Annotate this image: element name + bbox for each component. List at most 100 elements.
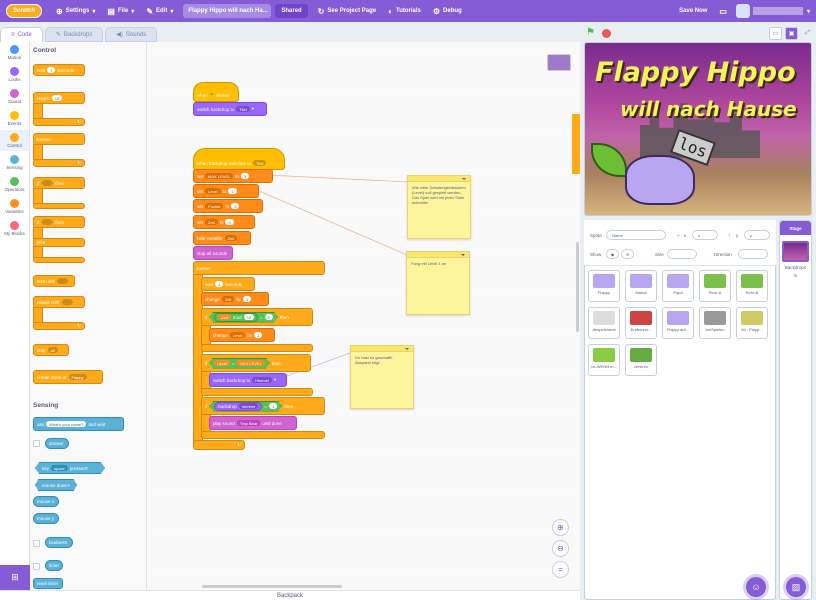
if-level-block[interactable]: if Level = MAX LEVEL then — [201, 354, 311, 372]
sprite-tile[interactable]: btnSpielen — [699, 307, 731, 339]
change-level-block[interactable]: change Level by 1 — [209, 328, 275, 342]
sprite-tile[interactable]: Abspeicherst — [588, 307, 620, 339]
answer-checkbox[interactable] — [33, 440, 40, 447]
sound-dropdown[interactable]: Trap Beat — [236, 420, 261, 426]
category-sensing[interactable]: Sensing — [0, 152, 29, 173]
change-zeit-block[interactable]: change Zeit by 1 — [201, 292, 269, 306]
zoom-in-button[interactable]: ⊕ — [552, 519, 569, 536]
set-zeit-block[interactable]: set Zeit to 0 — [193, 215, 255, 229]
palette-answer-block[interactable]: answer — [45, 438, 69, 449]
scratch-logo[interactable]: Scratch — [6, 4, 42, 18]
small-stage-button[interactable]: ▭ — [769, 26, 782, 40]
block-input[interactable]: 0 — [231, 203, 240, 209]
large-stage-button[interactable]: ▣ — [785, 26, 798, 40]
boolean-slot[interactable] — [56, 278, 69, 284]
backdrop-dropdown[interactable]: Himmel — [252, 377, 272, 383]
variable-dropdown[interactable]: Zeit — [221, 296, 235, 302]
palette-timer-block[interactable]: timer — [45, 560, 63, 571]
stop-all-sounds-block[interactable]: stop all sounds — [193, 246, 233, 260]
sprite-tile[interactable]: Flappy auf... — [662, 307, 694, 339]
block-input[interactable]: 3 — [241, 173, 250, 179]
switch-backdrop-himmel-block[interactable]: switch backdrop to Himmel ▾ — [209, 373, 287, 387]
palette-wait-until-block[interactable]: wait until — [33, 275, 75, 287]
sprite-tile[interactable]: txt-WENN m... — [588, 344, 620, 376]
note-text[interactable]: Fang mit Level 1 an — [407, 258, 469, 269]
file-menu[interactable]: ▤ File ▾ — [101, 0, 140, 22]
palette-reset-timer-block[interactable]: reset timer — [33, 578, 63, 589]
category-variables[interactable]: Variables — [0, 196, 29, 217]
category-sound[interactable]: Sound — [0, 86, 29, 107]
block-input[interactable]: 0 — [225, 219, 234, 225]
palette-stop-block[interactable]: stop all — [33, 344, 69, 356]
shared-button[interactable]: Shared — [275, 4, 308, 18]
when-backdrop-switches-block[interactable]: when backdrop switches to Titel — [193, 148, 285, 170]
y-input[interactable]: y — [744, 230, 770, 240]
set-level-block[interactable]: set Level to 1 — [193, 184, 259, 198]
debug-button[interactable]: ⚙ Debug — [427, 0, 468, 22]
comment-note[interactable]: Fang mit Level 1 an — [406, 251, 470, 315]
edit-menu[interactable]: ✎ Edit ▾ — [140, 0, 179, 22]
show-visible-button[interactable]: ◉ — [606, 249, 619, 259]
equals-operator[interactable]: backdrop number = 1 — [209, 400, 283, 412]
stage-thumbnail[interactable] — [782, 241, 809, 262]
backdrop-number-reporter[interactable]: backdrop number — [214, 401, 263, 411]
direction-input[interactable] — [738, 249, 768, 259]
script-workspace[interactable]: when ⚑ clicked switch backdrop to Titel ▾ wh… — [147, 42, 580, 590]
category-operators[interactable]: Operators — [0, 174, 29, 195]
sprite-tile[interactable]: Entfernun... — [625, 307, 657, 339]
green-flag-button[interactable]: ⚑ — [586, 28, 596, 38]
add-sprite-button[interactable]: ☺ — [746, 577, 766, 597]
sprite-tile[interactable]: txt - Flapp... — [736, 307, 768, 339]
mod-operator[interactable]: Zeit mod 10 — [214, 312, 259, 322]
palette-wait-block[interactable]: wait 1 seconds — [33, 64, 85, 76]
if-backdrop-block[interactable]: if backdrop number = 1 then — [201, 397, 325, 415]
category-motion[interactable]: Motion — [0, 42, 29, 63]
add-backdrop-button[interactable]: ▨ — [786, 577, 806, 597]
workspace-horizontal-scrollbar[interactable] — [202, 585, 342, 588]
equals-operator[interactable]: Zeit mod 10 = 0 — [209, 311, 279, 323]
tab-backdrops[interactable]: ✎ Backdrops — [44, 27, 104, 42]
set-max-level-block[interactable]: set MAX LEVEL to 3 — [193, 169, 273, 183]
note-header[interactable] — [407, 252, 469, 258]
if-mod-block[interactable]: if Zeit mod 10 = 0 then — [201, 308, 313, 326]
tab-code[interactable]: ≡ Code — [0, 27, 43, 42]
block-input[interactable]: What's your name? — [46, 421, 87, 427]
zeit-reporter[interactable]: Zeit — [218, 314, 231, 320]
sprite-tile[interactable]: versiren — [625, 344, 657, 376]
boolean-slot[interactable] — [41, 180, 54, 186]
stop-button[interactable] — [602, 28, 611, 38]
palette-mouse-down-block[interactable]: mouse down? — [35, 479, 77, 491]
size-input[interactable] — [667, 249, 697, 259]
equals-operator[interactable]: Level = MAX LEVEL — [209, 357, 270, 369]
palette-ask-block[interactable]: ask What's your name? and wait — [33, 417, 124, 431]
sprite-tile[interactable]: Rohr-B — [736, 270, 768, 302]
block-input[interactable]: 1 — [47, 67, 56, 73]
username-blurred[interactable] — [752, 7, 803, 15]
block-input[interactable]: 10 — [51, 95, 63, 101]
show-hidden-button[interactable]: ⊘ — [621, 249, 634, 259]
chevron-down-icon[interactable]: ▾ — [807, 8, 810, 15]
variable-dropdown[interactable]: MAX LEVEL — [205, 173, 234, 179]
add-extension-button[interactable]: ⊞ — [0, 565, 30, 590]
sprite-tile[interactable]: Papa — [662, 270, 694, 302]
variable-dropdown[interactable]: Zeit — [205, 219, 218, 225]
fullscreen-button[interactable]: ⤢ — [801, 27, 814, 40]
sprite-name-input[interactable]: Name — [606, 230, 666, 240]
stage-selector[interactable]: Stage Backdrops 5 — [779, 220, 812, 600]
stage-canvas[interactable]: Flappy Hippo will nach Hause los — [584, 42, 812, 216]
boolean-slot[interactable] — [41, 219, 54, 225]
my-stuff-button[interactable]: ▭ — [713, 0, 733, 22]
variable-dropdown[interactable]: Zeit — [224, 235, 238, 241]
switch-backdrop-block[interactable]: switch backdrop to Titel ▾ — [193, 102, 267, 116]
palette-create-clone-block[interactable]: create clone of Flappy — [33, 370, 103, 384]
palette-mouse-y-block[interactable]: mouse y — [33, 513, 59, 524]
workspace-vertical-scrollbar[interactable] — [576, 242, 579, 332]
play-sound-until-done-block[interactable]: play sound Trap Beat until done — [209, 416, 297, 430]
avatar[interactable] — [735, 4, 750, 18]
block-input[interactable]: 1 — [243, 296, 252, 302]
category-control[interactable]: Control — [0, 130, 29, 151]
max-level-reporter[interactable]: MAX LEVEL — [236, 360, 265, 366]
key-dropdown[interactable]: space — [51, 465, 68, 471]
project-title-input[interactable]: Flappy Hippo will nach Ha... — [183, 4, 272, 18]
category-events[interactable]: Events — [0, 108, 29, 129]
